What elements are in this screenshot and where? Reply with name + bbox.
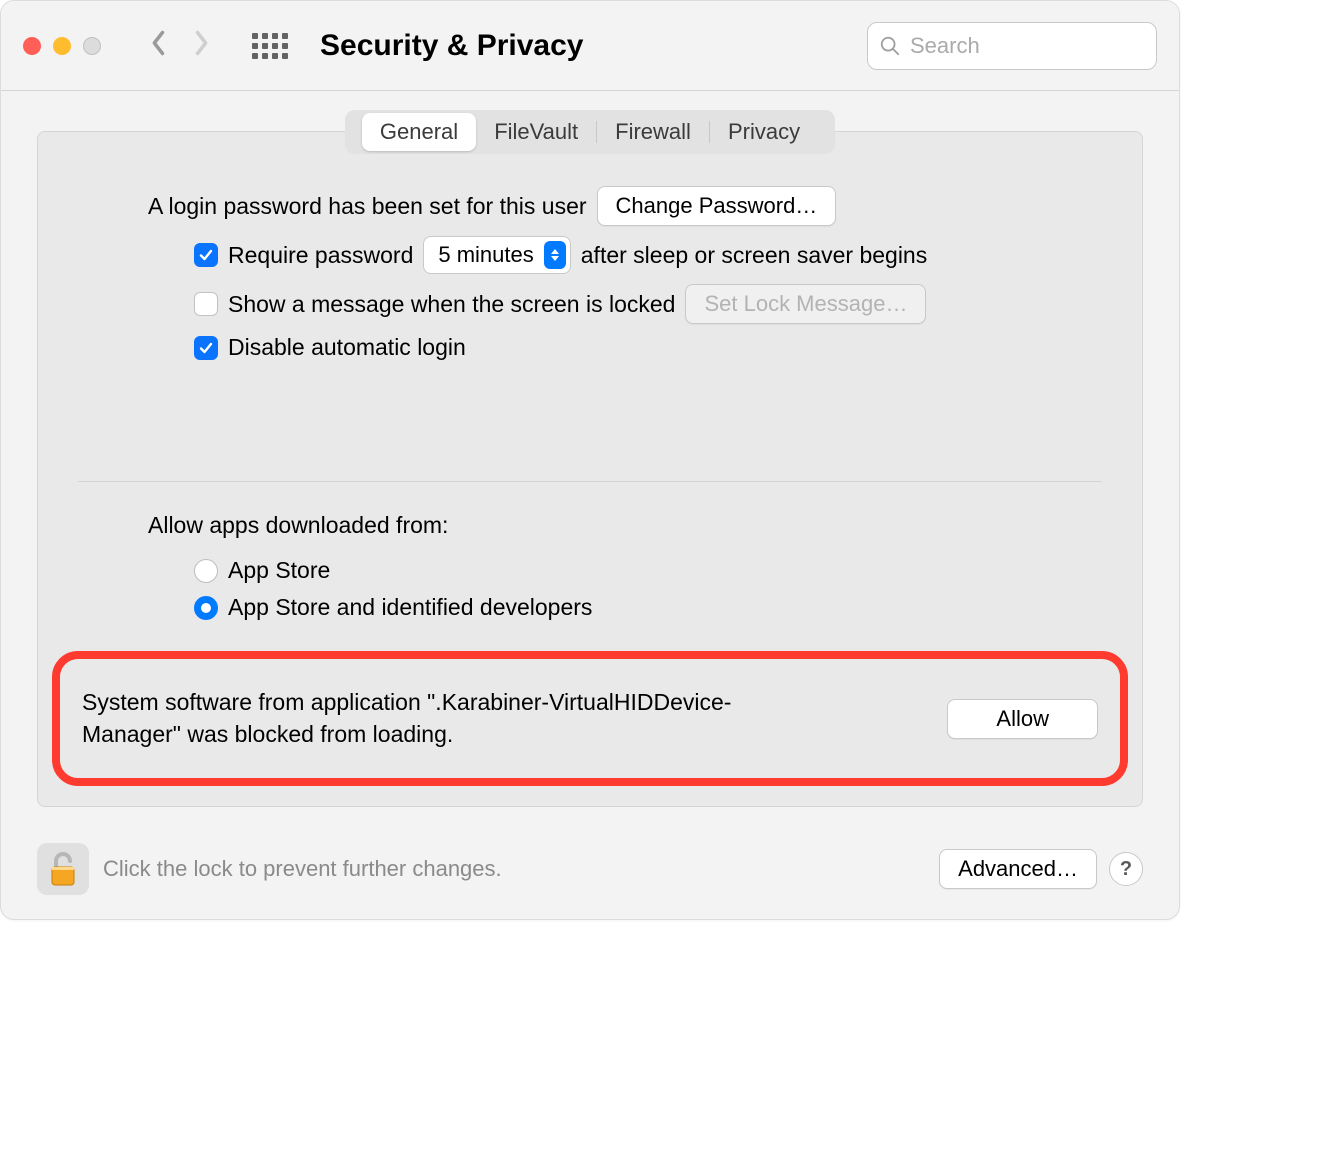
- tab-filevault[interactable]: FileVault: [476, 113, 596, 151]
- help-button[interactable]: ?: [1109, 852, 1143, 886]
- radio-identified-row: App Store and identified developers: [194, 594, 592, 621]
- window-title: Security & Privacy: [320, 29, 583, 63]
- show-message-label: Show a message when the screen is locked: [228, 291, 675, 318]
- login-password-label: A login password has been set for this u…: [148, 193, 587, 220]
- forward-button[interactable]: [190, 29, 212, 63]
- gatekeeper-section: Allow apps downloaded from: App Store Ap…: [38, 512, 1142, 621]
- require-password-row: Require password 5 minutes after sleep o…: [194, 236, 927, 274]
- tab-general[interactable]: General: [362, 113, 476, 151]
- panel-inner: A login password has been set for this u…: [38, 186, 1142, 361]
- body: General FileVault Firewall Privacy A log…: [1, 91, 1179, 831]
- search-wrap: [867, 22, 1157, 70]
- blocked-software-message: System software from application ".Karab…: [82, 687, 802, 750]
- search-input[interactable]: [867, 22, 1157, 70]
- radio-identified-label: App Store and identified developers: [228, 594, 592, 621]
- general-panel: General FileVault Firewall Privacy A log…: [37, 131, 1143, 807]
- disable-auto-login-checkbox[interactable]: [194, 336, 218, 360]
- footer: Click the lock to prevent further change…: [1, 831, 1179, 919]
- divider: [78, 481, 1102, 482]
- chevron-up-down-icon: [544, 241, 566, 269]
- preferences-window: Security & Privacy General FileVault Fir…: [0, 0, 1180, 920]
- lock-button[interactable]: [37, 843, 89, 895]
- toolbar: Security & Privacy: [1, 1, 1179, 91]
- show-all-icon[interactable]: [252, 33, 288, 59]
- close-button[interactable]: [23, 37, 41, 55]
- unlock-icon: [47, 849, 79, 889]
- require-password-checkbox[interactable]: [194, 243, 218, 267]
- login-password-row: A login password has been set for this u…: [148, 186, 1074, 226]
- show-message-row: Show a message when the screen is locked…: [194, 284, 926, 324]
- window-controls: [23, 37, 101, 55]
- radio-app-store-row: App Store: [194, 557, 330, 584]
- allow-apps-label: Allow apps downloaded from:: [148, 512, 448, 539]
- change-password-button[interactable]: Change Password…: [597, 186, 837, 226]
- show-message-checkbox[interactable]: [194, 292, 218, 316]
- password-delay-select[interactable]: 5 minutes: [423, 236, 570, 274]
- disable-auto-login-row: Disable automatic login: [194, 334, 466, 361]
- minimize-button[interactable]: [53, 37, 71, 55]
- search-icon: [879, 35, 901, 57]
- lock-hint: Click the lock to prevent further change…: [103, 856, 502, 882]
- allow-button[interactable]: Allow: [947, 699, 1098, 739]
- tab-firewall[interactable]: Firewall: [597, 113, 709, 151]
- nav-buttons: [148, 29, 212, 63]
- back-button[interactable]: [148, 29, 170, 63]
- disable-auto-login-label: Disable automatic login: [228, 334, 466, 361]
- blocked-software-callout: System software from application ".Karab…: [52, 651, 1128, 786]
- require-password-label: Require password: [228, 242, 413, 269]
- radio-app-store[interactable]: [194, 559, 218, 583]
- tab-privacy[interactable]: Privacy: [710, 113, 818, 151]
- radio-identified-developers[interactable]: [194, 596, 218, 620]
- set-lock-message-button: Set Lock Message…: [685, 284, 926, 324]
- tab-bar: General FileVault Firewall Privacy: [345, 110, 835, 154]
- after-sleep-label: after sleep or screen saver begins: [581, 242, 927, 269]
- radio-app-store-label: App Store: [228, 557, 330, 584]
- zoom-button[interactable]: [83, 37, 101, 55]
- password-delay-value: 5 minutes: [438, 242, 533, 268]
- advanced-button[interactable]: Advanced…: [939, 849, 1097, 889]
